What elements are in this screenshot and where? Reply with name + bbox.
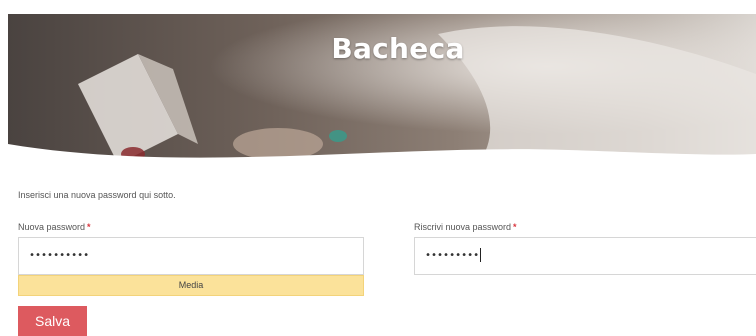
save-button[interactable]: Salva <box>18 306 87 336</box>
confirm-password-label-text: Riscrivi nuova password <box>414 222 512 232</box>
required-asterisk: * <box>87 222 91 232</box>
new-password-input[interactable]: •••••••••• <box>18 237 364 275</box>
new-password-label-text: Nuova password <box>18 222 86 232</box>
confirm-password-label: Riscrivi nuova password * <box>414 222 517 232</box>
confirm-password-input[interactable]: ••••••••• <box>414 237 756 275</box>
page-title: Bacheca <box>331 32 465 65</box>
new-password-value: •••••••••• <box>29 250 90 261</box>
confirm-password-value: ••••••••• <box>425 250 480 261</box>
required-asterisk: * <box>513 222 517 232</box>
page: Bacheca Inserisci una nuova password qui… <box>0 0 756 336</box>
intro-text: Inserisci una nuova password qui sotto. <box>18 190 176 200</box>
header-banner: Bacheca <box>8 14 756 164</box>
new-password-label: Nuova password * <box>18 222 91 232</box>
text-caret <box>480 248 482 262</box>
password-strength-meter: Media <box>18 275 364 296</box>
